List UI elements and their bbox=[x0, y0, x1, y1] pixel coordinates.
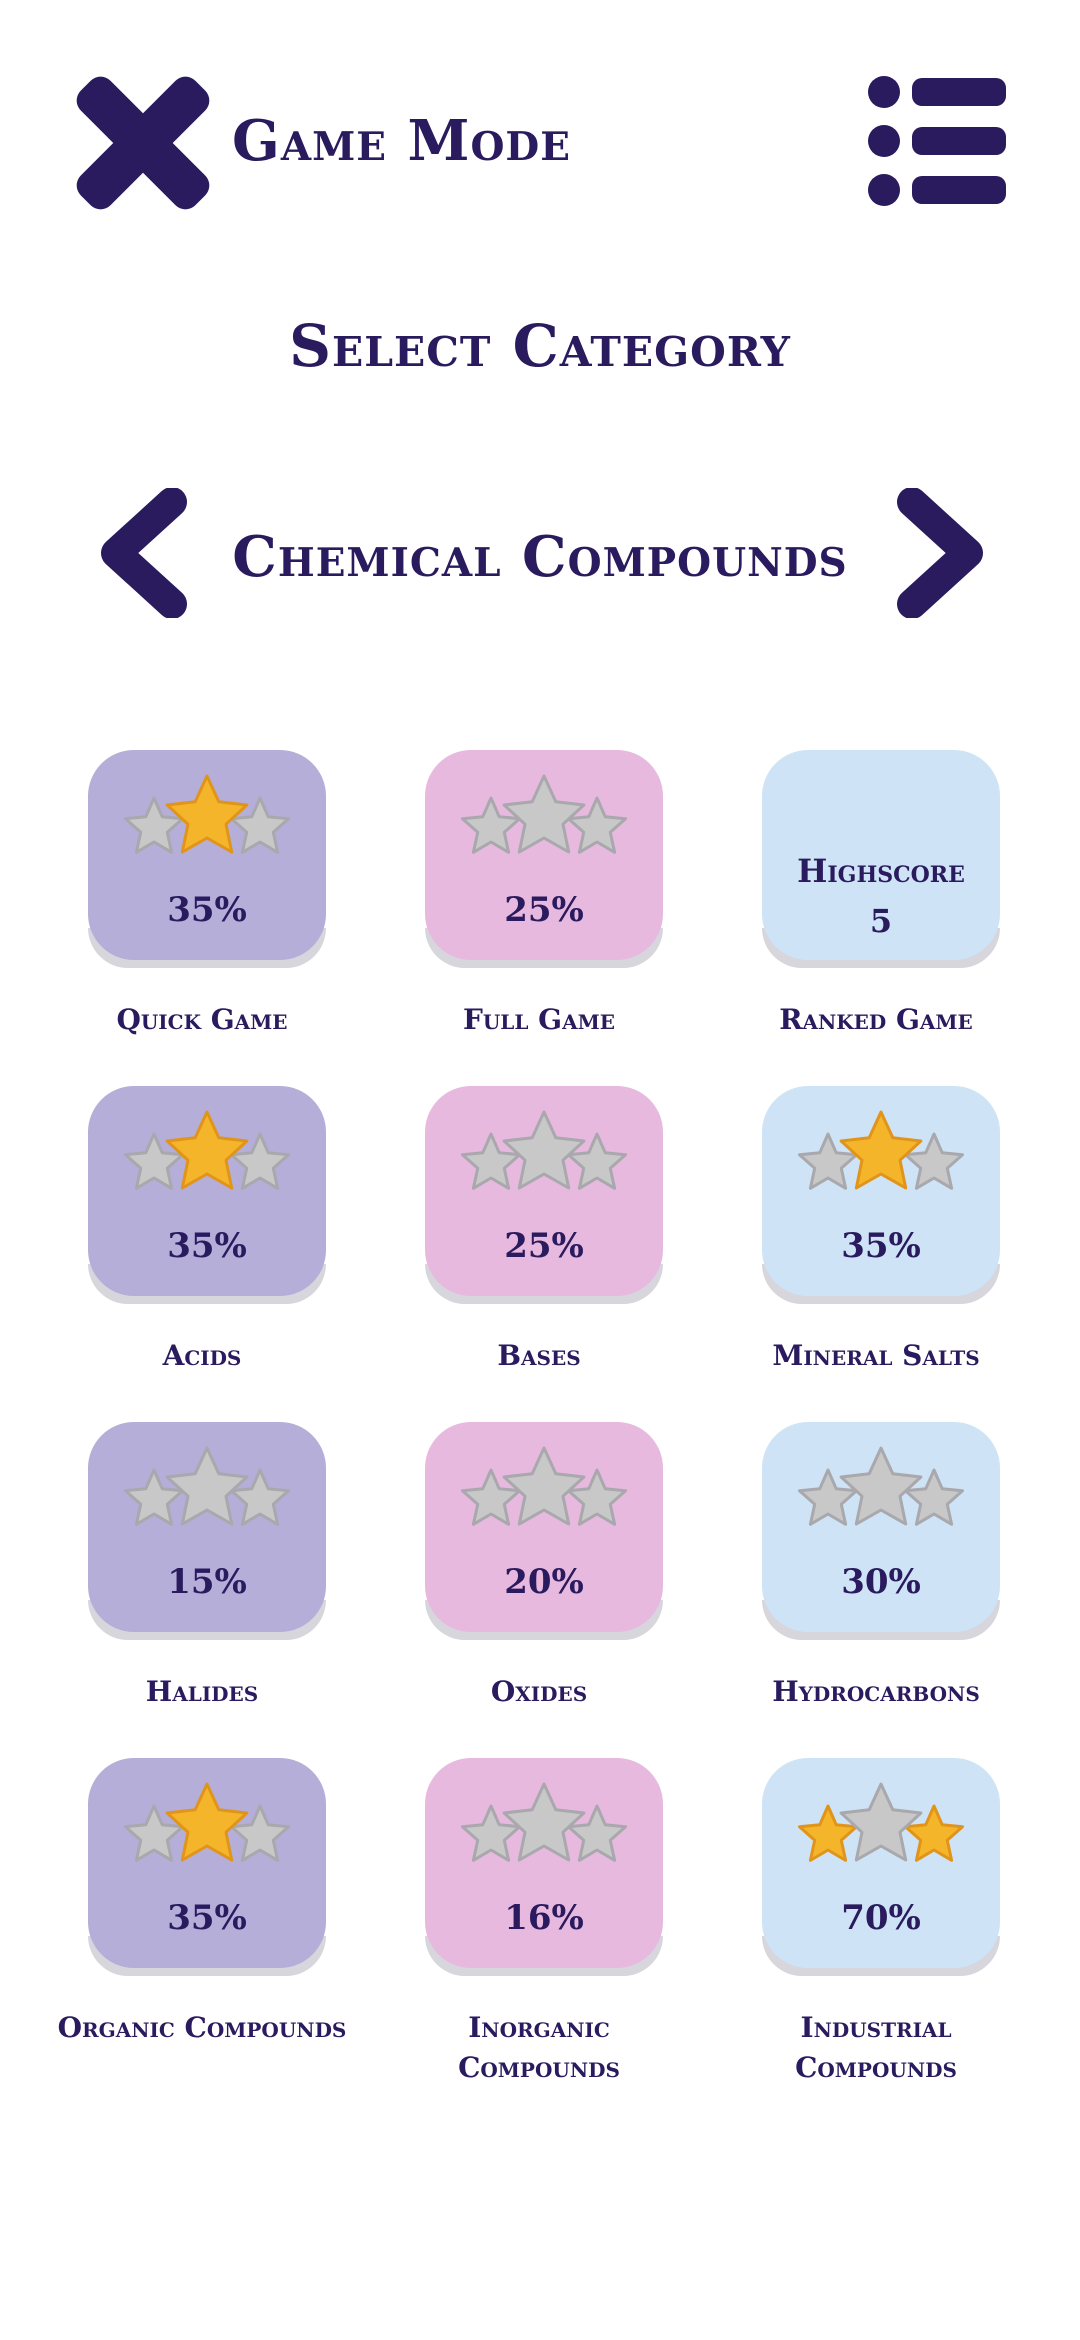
mode-label: Halides bbox=[145, 1675, 259, 1708]
close-icon bbox=[76, 76, 210, 210]
mode-label: Oxides bbox=[490, 1675, 588, 1708]
star-rating bbox=[461, 1446, 627, 1526]
star-filled-icon bbox=[839, 1110, 923, 1190]
mode-label: Quick Game bbox=[116, 1003, 288, 1036]
star-empty-icon bbox=[502, 1782, 586, 1862]
progress-percent: 25% bbox=[504, 890, 584, 930]
progress-percent: 35% bbox=[167, 890, 247, 930]
mode-tile[interactable]: 35% bbox=[88, 1758, 326, 1976]
star-rating bbox=[124, 774, 290, 854]
mode-label: Acids bbox=[162, 1339, 242, 1372]
mode-label: Mineral Salts bbox=[772, 1339, 980, 1372]
mode-tile[interactable]: 15% bbox=[88, 1422, 326, 1640]
mode-label: Hydrocarbons bbox=[772, 1675, 980, 1708]
progress-percent: 70% bbox=[841, 1898, 921, 1938]
progress-percent: 15% bbox=[167, 1562, 247, 1602]
close-button[interactable] bbox=[72, 72, 214, 214]
star-rating bbox=[798, 1446, 964, 1526]
highscore-block: Highscore 5 bbox=[762, 846, 1000, 946]
progress-percent: 16% bbox=[504, 1898, 584, 1938]
star-filled-icon bbox=[165, 1782, 249, 1862]
mode-tile[interactable]: 35% bbox=[88, 750, 326, 968]
mode-label: Organic Compounds bbox=[57, 2011, 347, 2044]
progress-percent: 20% bbox=[504, 1562, 584, 1602]
star-rating bbox=[124, 1782, 290, 1862]
mode-label: Inorganic Compounds bbox=[458, 2011, 620, 2084]
star-empty-icon bbox=[502, 774, 586, 854]
mode-label: Bases bbox=[497, 1339, 581, 1372]
mode-tile[interactable]: 70% bbox=[762, 1758, 1000, 1976]
mode-tile[interactable]: 20% bbox=[425, 1422, 663, 1640]
mode-tile[interactable]: Highscore 5 bbox=[762, 750, 1000, 968]
mode-label: Ranked Game bbox=[779, 1003, 973, 1036]
star-rating bbox=[798, 1782, 964, 1862]
mode-label: Full Game bbox=[462, 1003, 615, 1036]
star-empty-icon bbox=[502, 1110, 586, 1190]
list-menu-icon bbox=[868, 76, 1006, 206]
progress-percent: 25% bbox=[504, 1226, 584, 1266]
mode-label: Industrial Compounds bbox=[795, 2011, 957, 2084]
progress-percent: 35% bbox=[167, 1226, 247, 1266]
star-rating bbox=[461, 1110, 627, 1190]
star-empty-icon bbox=[839, 1782, 923, 1862]
highscore-value: 5 bbox=[869, 902, 893, 940]
mode-tile[interactable]: 30% bbox=[762, 1422, 1000, 1640]
star-rating bbox=[798, 1110, 964, 1190]
highscore-label: Highscore bbox=[797, 852, 965, 890]
star-filled-icon bbox=[165, 1110, 249, 1190]
next-category-button[interactable] bbox=[888, 487, 988, 619]
star-filled-icon bbox=[165, 774, 249, 854]
progress-percent: 30% bbox=[841, 1562, 921, 1602]
chevron-right-icon bbox=[897, 487, 983, 619]
section-title: Select Category bbox=[289, 312, 791, 380]
mode-tile[interactable]: 35% bbox=[762, 1086, 1000, 1304]
mode-tile[interactable]: 25% bbox=[425, 750, 663, 968]
star-empty-icon bbox=[502, 1446, 586, 1526]
star-empty-icon bbox=[165, 1446, 249, 1526]
star-rating bbox=[124, 1446, 290, 1526]
mode-tile[interactable]: 25% bbox=[425, 1086, 663, 1304]
star-empty-icon bbox=[839, 1446, 923, 1526]
category-selector: Chemical Compounds bbox=[0, 487, 1080, 619]
page-title: Game Mode bbox=[232, 108, 571, 174]
progress-percent: 35% bbox=[167, 1898, 247, 1938]
star-rating bbox=[461, 774, 627, 854]
header: Game Mode bbox=[0, 0, 1080, 290]
star-rating bbox=[461, 1782, 627, 1862]
star-rating bbox=[124, 1110, 290, 1190]
mode-tile[interactable]: 35% bbox=[88, 1086, 326, 1304]
mode-tile[interactable]: 16% bbox=[425, 1758, 663, 1976]
menu-button[interactable] bbox=[868, 76, 1008, 206]
progress-percent: 35% bbox=[841, 1226, 921, 1266]
